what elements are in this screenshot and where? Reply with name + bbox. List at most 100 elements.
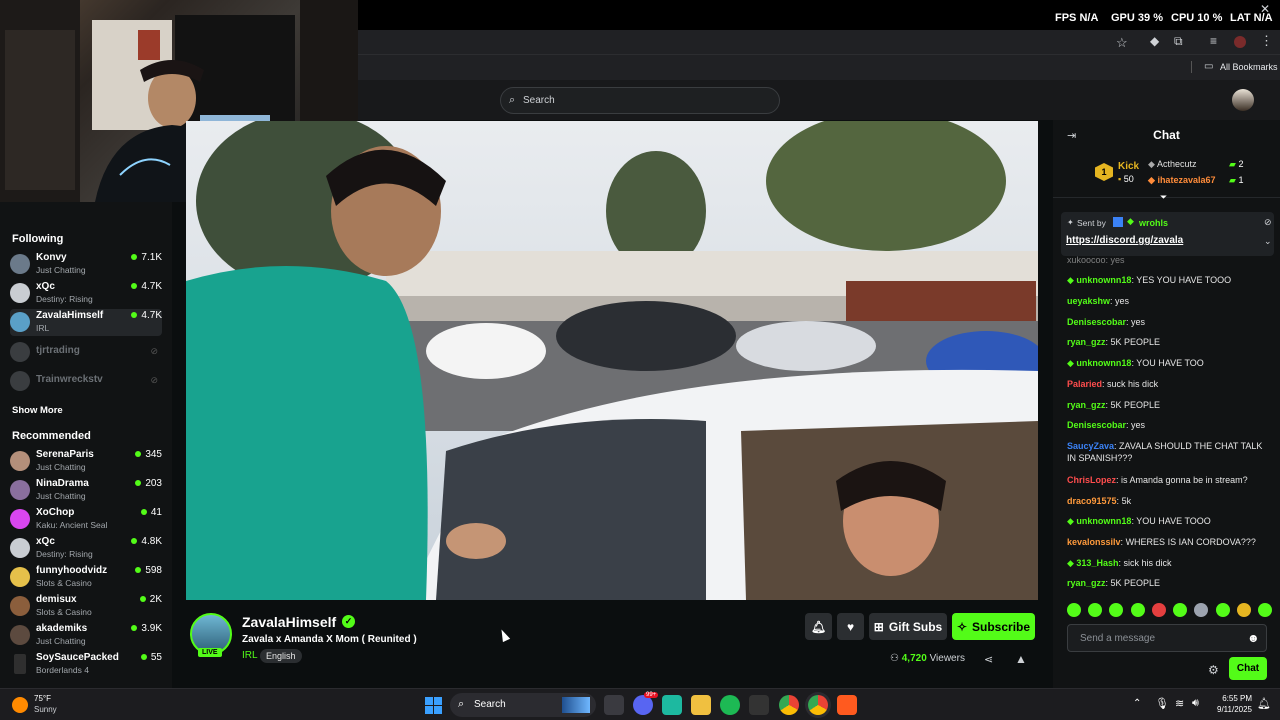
puzzle-extension-icon[interactable]: ⧉ [1174, 34, 1183, 49]
weather-description[interactable]: Sunny [34, 705, 57, 714]
emote-icon[interactable] [1194, 603, 1209, 617]
emote-icon[interactable] [1088, 603, 1103, 617]
chat-username[interactable]: kevalonssilv [1067, 537, 1121, 547]
emote-icon[interactable] [1109, 603, 1124, 617]
video-player[interactable] [186, 121, 1038, 600]
chrome-active-icon[interactable] [808, 695, 828, 715]
leaderboard-count-value: 1 [1238, 175, 1244, 185]
emoji-icon[interactable]: ☻ [1247, 631, 1260, 645]
user-avatar[interactable] [1232, 89, 1254, 111]
chevron-up-icon[interactable]: ⌃ [1133, 698, 1141, 709]
sidebar-item-funnyhoodvidz[interactable]: funnyhoodvidz Slots & Casino 598 [10, 564, 162, 591]
show-more-link[interactable]: Show More [12, 405, 63, 416]
microphone-icon[interactable]: 🎙︎ [1155, 697, 1169, 710]
wifi-icon[interactable]: ≋ [1175, 697, 1184, 710]
emote-icon[interactable] [1257, 603, 1272, 617]
chat-username[interactable]: unknownn18 [1076, 275, 1131, 285]
chat-text: suck his dick [1107, 379, 1159, 389]
emote-icon[interactable] [1173, 603, 1188, 617]
emote-icon[interactable] [1215, 603, 1230, 617]
volume-icon[interactable]: 🔊︎ [1192, 697, 1199, 710]
media-queue-icon[interactable]: ≡ [1210, 34, 1217, 48]
share-icon[interactable]: ⋖ [984, 653, 993, 666]
task-view-icon[interactable] [604, 695, 624, 715]
chat-username[interactable]: ryan_gzz [1067, 578, 1106, 588]
spotify-icon[interactable] [720, 695, 740, 715]
discord-icon[interactable] [633, 695, 653, 715]
chat-username[interactable]: ChrisLopez [1067, 475, 1116, 485]
star-icon[interactable]: ☆ [1116, 35, 1128, 51]
gift-subs-button[interactable]: ⊞ Gift Subs [869, 613, 947, 640]
sidebar-item-konvy[interactable]: Konvy Just Chatting 7.1K [10, 251, 162, 278]
unpin-icon[interactable]: ⊘ [1264, 217, 1272, 228]
chat-username[interactable]: 313_Hash [1076, 558, 1118, 568]
chat-username[interactable]: ryan_gzz [1067, 337, 1106, 347]
emote-icon[interactable] [1151, 603, 1166, 617]
category-link[interactable]: IRL [242, 650, 258, 661]
expand-leaderboard-icon[interactable]: ⏷ [1160, 192, 1167, 203]
chevron-down-icon[interactable]: ⌄ [1264, 236, 1272, 247]
sidebar-item-akademiks[interactable]: akademiks Just Chatting 3.9K [10, 622, 162, 649]
channel-name[interactable]: ZavalaHimself [242, 614, 336, 630]
chat-username[interactable]: unknownn18 [1076, 516, 1131, 526]
chat-message: ChrisLopez: is Amanda gonna be in stream… [1067, 474, 1272, 486]
taskbar-search-input[interactable]: ⌕ Search [450, 693, 596, 717]
chrome-icon[interactable] [779, 695, 799, 715]
sidebar-item-xochop[interactable]: XoChop Kaku: Ancient Seal 41 [10, 506, 162, 533]
chat-message-input[interactable]: Send a message ☻ [1067, 624, 1267, 652]
chat-text: YES YOU HAVE TOOO [1136, 275, 1232, 285]
notification-bell-button[interactable]: 🔔︎ [805, 613, 832, 640]
sidebar-item-trainwreckstv[interactable]: Trainwreckstv ⊘ [10, 368, 162, 395]
browser-menu-icon[interactable]: ⋮ [1260, 33, 1273, 49]
chat-username[interactable]: ryan_gzz [1067, 400, 1106, 410]
chat-username[interactable]: ueyakshw [1067, 296, 1110, 306]
emote-icon[interactable] [1130, 603, 1145, 617]
search-input[interactable]: ⌕ Search [500, 87, 780, 114]
emote-icon[interactable] [1067, 603, 1081, 617]
sidebar-item-ninadrama[interactable]: NinaDrama Just Chatting 203 [10, 477, 162, 504]
pinned-link[interactable]: https://discord.gg/zavala [1066, 235, 1183, 246]
all-bookmarks-link[interactable]: All Bookmarks [1220, 62, 1278, 72]
extension-diamond-icon[interactable]: ◆ [1150, 34, 1159, 48]
emote-bar [1067, 603, 1272, 619]
sidebar-item-xqc[interactable]: xQc Destiny: Rising 4.7K [10, 280, 162, 307]
chat-username[interactable]: Denisescobar [1067, 420, 1126, 430]
channel-category: Just Chatting [36, 265, 86, 275]
send-chat-button[interactable]: Chat [1229, 657, 1267, 680]
windows-start-icon[interactable] [425, 697, 442, 714]
sidebar-item-zavalahimself[interactable]: ZavalaHimself IRL 4.7K [10, 309, 162, 336]
subscribe-button[interactable]: ✧ Subscribe [952, 613, 1035, 640]
avatar [14, 654, 26, 674]
browser-address-bar[interactable]: ☆ ◆ ⧉ ≡ ⋮ [358, 30, 1280, 54]
close-icon[interactable]: ✕ [1258, 2, 1272, 16]
clock-date[interactable]: 9/11/2025 [1210, 705, 1252, 714]
chat-text: yes [1131, 420, 1146, 430]
profile-avatar[interactable] [1234, 36, 1246, 48]
sidebar-item-serenaparis[interactable]: SerenaParis Just Chatting 345 [10, 448, 162, 475]
clock-time[interactable]: 6:55 PM [1214, 694, 1252, 703]
chat-username[interactable]: Denisescobar [1067, 317, 1126, 327]
notification-bell-icon[interactable]: 🔔︎ [1257, 697, 1271, 710]
viewer-count: 345 [135, 449, 162, 460]
settings-gear-icon[interactable]: ⚙ [1208, 663, 1219, 677]
emote-icon[interactable] [1236, 603, 1251, 617]
chat-username[interactable]: draco91575 [1067, 496, 1117, 506]
pin-icon: ✦ [1067, 218, 1074, 227]
obs-icon[interactable] [749, 695, 769, 715]
chat-username[interactable]: SaucyZava [1067, 441, 1114, 451]
follow-heart-button[interactable]: ♥ [837, 613, 864, 640]
sidebar-item-soysaucepacked[interactable]: SoySaucePacked Borderlands 4 55 [10, 651, 162, 678]
chat-username[interactable]: Palaried [1067, 379, 1102, 389]
sidebar-item-xqc-recommended[interactable]: xQc Destiny: Rising 4.8K [10, 535, 162, 562]
app-icon[interactable] [662, 695, 682, 715]
language-tag[interactable]: English [260, 649, 302, 663]
report-warning-icon[interactable]: ▲ [1015, 652, 1027, 666]
channel-category: Just Chatting [36, 462, 86, 472]
sidebar-item-demisux[interactable]: demisux Slots & Casino 2K [10, 593, 162, 620]
app-icon[interactable] [837, 695, 857, 715]
sidebar-item-tjrtrading[interactable]: tjrtrading ⊘ [10, 339, 162, 366]
chat-message: ◆ unknownn18: YOU HAVE TOOO [1067, 515, 1272, 527]
chat-username[interactable]: unknownn18 [1076, 358, 1131, 368]
weather-temperature[interactable]: 75°F [34, 694, 51, 703]
file-explorer-icon[interactable] [691, 695, 711, 715]
